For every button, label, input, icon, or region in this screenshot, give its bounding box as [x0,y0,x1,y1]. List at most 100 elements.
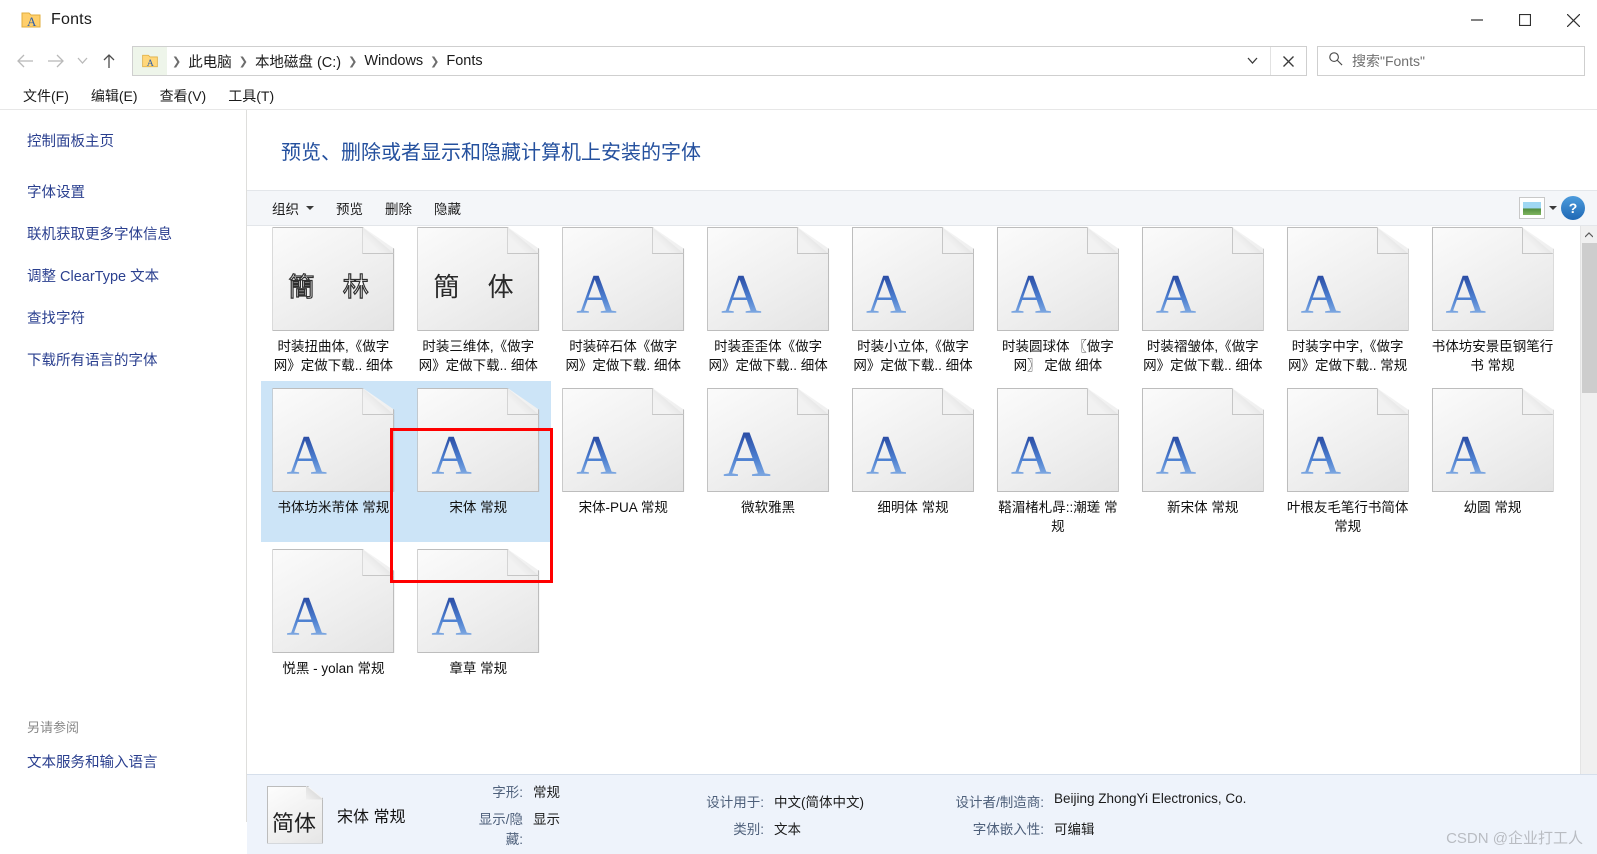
selected-font-icon-glyph: 简体 [272,811,317,837]
back-button[interactable] [10,46,40,76]
close-button[interactable] [1549,0,1597,40]
scrollbar-thumb[interactable] [1582,243,1597,393]
font-preview-glyph: A [1155,264,1197,326]
font-item[interactable]: 簡 体时装三维体,《做字网》定做下载.. 细体 [406,226,551,381]
stop-refresh-close-icon[interactable] [1270,47,1306,75]
font-item[interactable]: A 鞳湄楮札冔::潮瑳 常规 [985,381,1130,542]
address-bar-row: A ❯ 此电脑 ❯ 本地磁盘 (C:) ❯ Windows ❯ Fonts 搜索… [0,40,1597,82]
font-item[interactable]: A 宋体 常规 [405,381,551,542]
breadcrumb-item-2[interactable]: Windows [360,53,427,69]
sidebar-item-get-more-fonts-online[interactable]: 联机获取更多字体信息 [0,219,246,248]
font-item[interactable]: A 时装圆球体 〖做字网〗 定做 细体 [985,226,1130,381]
delete-button[interactable]: 删除 [374,193,423,223]
detail-designer-key: 设计者/制造商: [955,795,1044,810]
font-preview-glyph: A [1010,264,1052,326]
menu-item-tools[interactable]: 工具(T) [217,84,285,108]
font-item[interactable]: A 时装小立体,《做字网》定做下载.. 细体 [841,226,986,381]
sidebar: 控制面板主页 字体设置 联机获取更多字体信息 调整 ClearType 文本 查… [0,110,247,822]
breadcrumb-item-0[interactable]: 此电脑 [184,51,236,72]
font-item[interactable]: A 幼圆 常规 [1420,381,1565,542]
font-preview-icon: A [562,388,685,492]
chevron-down-icon [306,206,314,210]
organize-button[interactable]: 组织 [261,193,325,223]
window-controls [1453,0,1597,40]
font-item[interactable]: A 书体坊米芾体 常规 [261,381,406,542]
detail-category-value: 文本 [774,822,801,837]
font-item[interactable]: A 悦黑 - yolan 常规 [261,542,406,684]
address-chevron-down-icon[interactable] [1234,47,1270,75]
view-chevron-down-icon[interactable] [1549,206,1557,210]
breadcrumb-item-1[interactable]: 本地磁盘 (C:) [251,51,345,72]
help-icon[interactable]: ? [1561,196,1585,220]
recent-locations-chevron-down-icon[interactable] [70,46,94,76]
menu-item-edit[interactable]: 编辑(E) [80,84,149,108]
detail-glyph-key: 字形: [492,785,523,800]
font-item-label: 时装字中字,《做字网》定做下载.. 常规 [1288,339,1408,373]
sidebar-item-font-settings[interactable]: 字体设置 [0,177,246,206]
grid-spacer [1130,542,1275,684]
font-item[interactable]: A 细明体 常规 [841,381,986,542]
detail-embedding-value: 可编辑 [1054,822,1095,837]
details-pane: 简体 宋体 常规 字形: 常规 显示/隐藏: 显示 设计用于: 中文(简体中文)… [247,774,1597,854]
font-preview-glyph: A [1445,264,1486,326]
font-preview-glyph: A [576,264,617,326]
detail-designed-for-key: 设计用于: [706,795,764,810]
font-item[interactable]: A 宋体-PUA 常规 [551,381,696,542]
font-preview-glyph: A [1155,425,1197,487]
sidebar-item-find-character[interactable]: 查找字符 [0,303,246,332]
font-item[interactable]: A 章草 常规 [406,542,551,684]
view-thumbnail-icon[interactable] [1519,197,1545,219]
font-item[interactable]: A 时装字中字,《做字网》定做下载.. 常规 [1275,226,1420,381]
vertical-scrollbar[interactable] [1580,226,1597,822]
forward-button[interactable] [40,46,70,76]
font-item-label: 书体坊米芾体 常规 [277,500,390,515]
font-item[interactable]: A 新宋体 常规 [1130,381,1275,542]
font-item-label: 时装碎石体《做字网》定做下载. 细体 [565,339,681,373]
font-preview-glyph: 簡 体 [433,273,524,303]
font-item[interactable]: A 时装褶皱体,《做字网》定做下载.. 细体 [1130,226,1275,381]
minimize-button[interactable] [1453,0,1501,40]
font-item-label: 时装扭曲体,《做字网》定做下载.. 细体 [273,339,394,373]
scroll-up-arrow-icon[interactable] [1581,226,1597,243]
address-fonts-icon: A [133,47,167,75]
font-preview-icon: A [417,549,540,653]
maximize-button[interactable] [1501,0,1549,40]
hide-button[interactable]: 隐藏 [423,193,472,223]
font-item[interactable]: A 叶根友毛笔行书简体 常规 [1275,381,1420,542]
font-preview-glyph: A [431,586,472,648]
up-button[interactable] [94,46,124,76]
sidebar-item-text-services-and-input-languages[interactable]: 文本服务和输入语言 [0,747,246,776]
font-preview-glyph: A [721,264,762,326]
font-preview-icon: A [707,227,830,331]
font-preview-glyph: A [1300,425,1342,487]
search-input[interactable]: 搜索"Fonts" [1317,46,1585,76]
detail-glyph-row: 字形: 常规 [465,781,560,801]
breadcrumb: ❯ 此电脑 ❯ 本地磁盘 (C:) ❯ Windows ❯ Fonts [167,51,487,72]
sidebar-links: 字体设置 联机获取更多字体信息 调整 ClearType 文本 查找字符 下载所… [0,177,246,374]
font-preview-glyph: A [865,425,907,487]
breadcrumb-separator: ❯ [238,55,248,68]
font-item[interactable]: 簡 林时装扭曲体,《做字网》定做下载.. 细体 [261,226,406,381]
breadcrumb-item-3[interactable]: Fonts [442,53,486,69]
details-group-typeface: 字形: 常规 显示/隐藏: 显示 [465,781,560,848]
font-item[interactable]: A 时装碎石体《做字网》定做下载. 细体 [551,226,696,381]
sidebar-item-adjust-cleartype-text[interactable]: 调整 ClearType 文本 [0,261,246,290]
sidebar-item-download-all-language-fonts[interactable]: 下载所有语言的字体 [0,345,246,374]
window-body: 控制面板主页 字体设置 联机获取更多字体信息 调整 ClearType 文本 查… [0,110,1597,822]
address-bar[interactable]: A ❯ 此电脑 ❯ 本地磁盘 (C:) ❯ Windows ❯ Fonts [132,46,1307,76]
menu-item-view[interactable]: 查看(V) [149,84,218,108]
preview-button[interactable]: 预览 [325,193,374,223]
font-item-label: 细明体 常规 [877,500,949,515]
font-item[interactable]: A 微软雅黑 [696,381,841,542]
font-item[interactable]: A 书体坊安景臣钢笔行书 常规 [1420,226,1565,381]
detail-embedding-key: 字体嵌入性: [972,822,1044,837]
menu-item-file[interactable]: 文件(F) [12,84,80,108]
font-item[interactable]: A 时装歪歪体《做字网》定做下载.. 细体 [696,226,841,381]
search-icon [1328,51,1343,71]
font-preview-icon: A [996,388,1119,492]
title-bar: A Fonts [0,0,1597,40]
search-placeholder: 搜索"Fonts" [1352,53,1425,69]
detail-showhide-row: 显示/隐藏: 显示 [465,808,560,848]
font-item-label: 新宋体 常规 [1167,500,1239,515]
sidebar-item-control-panel-home[interactable]: 控制面板主页 [0,130,246,151]
